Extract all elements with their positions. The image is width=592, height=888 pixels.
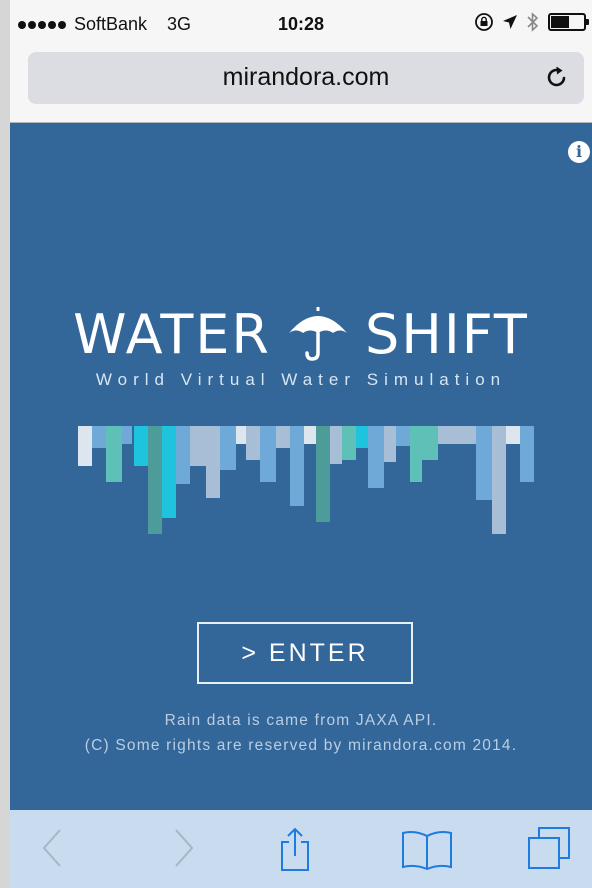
status-time: 10:28 xyxy=(278,14,325,34)
rain-bar xyxy=(106,426,122,482)
rain-bar xyxy=(520,426,534,482)
web-content: i WATER SHIFT World Virtual Water Simula… xyxy=(10,123,592,810)
rain-bar xyxy=(148,426,162,534)
info-icon[interactable]: i xyxy=(568,141,590,163)
status-right xyxy=(474,12,589,32)
location-arrow-icon xyxy=(503,15,517,29)
rain-bars-graphic xyxy=(78,426,534,534)
rain-bar xyxy=(410,426,422,482)
enter-button[interactable]: > ENTER xyxy=(197,622,413,684)
status-left: SoftBank 3G xyxy=(18,14,191,35)
bluetooth-icon xyxy=(527,12,539,32)
rain-bar xyxy=(260,426,276,482)
rain-bar xyxy=(506,426,520,444)
url-text[interactable]: mirandora.com xyxy=(28,63,584,92)
network-type: 3G xyxy=(167,14,192,34)
rain-bar xyxy=(122,426,132,444)
rain-bar xyxy=(452,426,466,444)
credit-line-copyright: (C) Some rights are reserved by mirandor… xyxy=(84,737,518,754)
rain-bar xyxy=(356,426,368,448)
reload-icon[interactable] xyxy=(544,64,570,90)
rain-bar xyxy=(92,426,106,448)
status-bar: SoftBank 3G 10:28 xyxy=(10,0,592,44)
browser-toolbar xyxy=(10,810,592,888)
rain-bar xyxy=(220,426,236,470)
bookmarks-icon[interactable] xyxy=(401,830,453,870)
tagline: World Virtual Water Simulation xyxy=(95,370,507,389)
rain-bar xyxy=(492,426,506,534)
share-icon[interactable] xyxy=(276,826,314,872)
rotation-lock-icon xyxy=(475,13,493,31)
logo-word-shift: SHIFT xyxy=(364,302,529,366)
logo-word-water: WATER xyxy=(73,302,271,366)
rain-bar xyxy=(190,426,206,466)
rain-bar xyxy=(304,426,316,444)
rain-bar xyxy=(422,426,438,460)
logo: WATER SHIFT xyxy=(10,299,592,369)
rain-bar xyxy=(290,426,304,506)
rain-bar xyxy=(162,426,176,518)
rain-bar xyxy=(176,426,190,484)
rain-bar xyxy=(276,426,290,448)
rain-bar xyxy=(236,426,246,444)
address-bar[interactable]: mirandora.com xyxy=(28,52,584,104)
signal-dots-icon xyxy=(18,20,66,29)
rain-bar xyxy=(476,426,492,500)
back-icon[interactable] xyxy=(38,826,68,870)
rain-bar xyxy=(330,426,342,464)
forward-icon[interactable] xyxy=(168,826,198,870)
rain-bar xyxy=(246,426,260,460)
rain-bar xyxy=(134,426,148,466)
umbrella-icon xyxy=(288,307,347,361)
tabs-icon[interactable] xyxy=(525,826,573,872)
rain-bar xyxy=(384,426,396,462)
credits: Rain data is came from JAXA API. (C) Som… xyxy=(10,708,592,758)
rain-bar xyxy=(368,426,384,488)
rain-bar xyxy=(206,426,220,498)
carrier-name: SoftBank xyxy=(74,14,148,34)
battery-icon xyxy=(548,13,589,31)
rain-bar xyxy=(316,426,330,522)
rain-bar xyxy=(342,426,356,460)
rain-bar xyxy=(78,426,92,466)
rain-bar xyxy=(438,426,452,444)
rain-bar xyxy=(396,426,410,446)
credit-line-jaxa: Rain data is came from JAXA API. xyxy=(164,712,438,729)
phone-screen: SoftBank 3G 10:28 mirandora.com i WATER … xyxy=(10,0,592,888)
